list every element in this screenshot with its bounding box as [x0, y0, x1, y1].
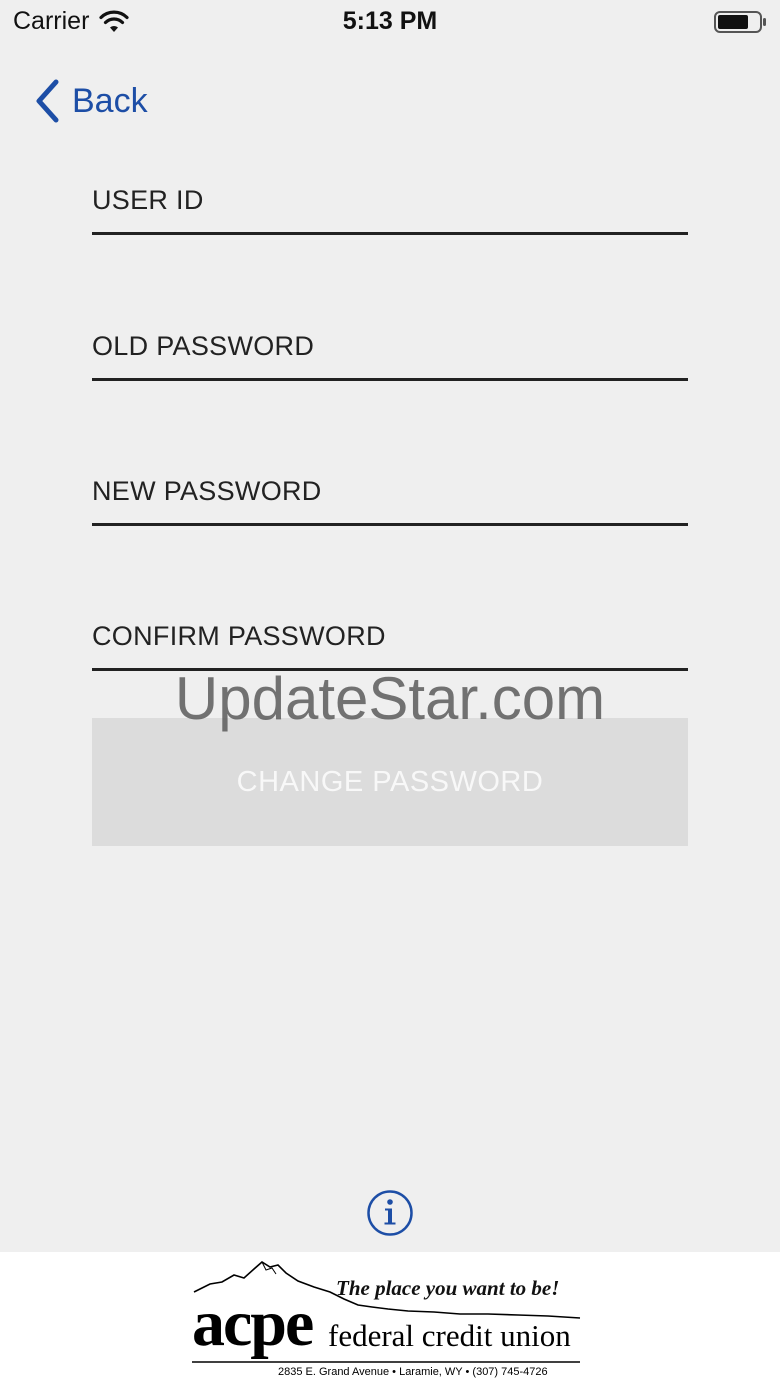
status-bar: Carrier 5:13 PM: [0, 0, 780, 44]
footer: The place you want to be! acpe federal c…: [0, 1252, 780, 1387]
new-password-placeholder: NEW PASSWORD: [92, 476, 322, 506]
back-button[interactable]: Back: [34, 78, 148, 124]
address: 2835 E. Grand Avenue • Laramie, WY • (30…: [278, 1366, 548, 1378]
back-label: Back: [72, 81, 148, 120]
credit-union-logo: The place you want to be! acpe federal c…: [188, 1258, 588, 1384]
info-icon[interactable]: [366, 1189, 414, 1237]
confirm-password-placeholder: CONFIRM PASSWORD: [92, 621, 386, 651]
confirm-password-field[interactable]: CONFIRM PASSWORD: [92, 608, 688, 671]
old-password-placeholder: OLD PASSWORD: [92, 331, 315, 361]
brand-name: acpe: [192, 1287, 314, 1360]
new-password-field[interactable]: NEW PASSWORD: [92, 463, 688, 526]
change-password-button[interactable]: CHANGE PASSWORD: [92, 718, 688, 846]
clock: 5:13 PM: [342, 7, 438, 35]
user-id-field[interactable]: USER ID: [92, 172, 688, 235]
brand-subtitle: federal credit union: [328, 1318, 571, 1353]
old-password-field[interactable]: OLD PASSWORD: [92, 318, 688, 381]
battery-icon: [714, 11, 766, 33]
chevron-left-icon: [36, 79, 59, 123]
slogan: The place you want to be!: [336, 1276, 560, 1300]
user-id-placeholder: USER ID: [92, 185, 204, 215]
